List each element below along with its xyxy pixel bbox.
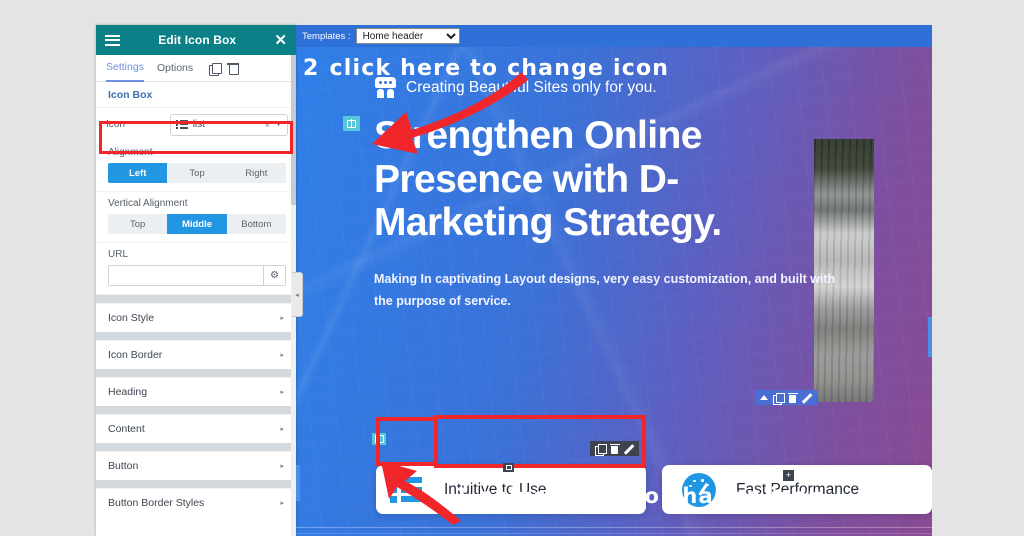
icon-field-label: Icon: [106, 119, 125, 130]
edit-icon-box-panel: Edit Icon Box ✕ Settings Options Icon Bo…: [96, 25, 296, 536]
url-field-wrap: ⚙: [108, 265, 286, 286]
tab-settings[interactable]: Settings: [106, 55, 144, 82]
trash-icon[interactable]: [609, 443, 620, 454]
duplicate-icon[interactable]: [209, 62, 223, 76]
move-icon: [505, 465, 512, 470]
row-handle-badge[interactable]: [372, 433, 386, 445]
hero-content: Creating Beautiful Sites only for you. S…: [296, 47, 932, 313]
pencil-icon[interactable]: [624, 444, 634, 454]
duplicate-icon[interactable]: [773, 392, 785, 405]
accordion-content[interactable]: Content ▸: [96, 414, 296, 443]
accordion-label: Content: [108, 423, 145, 435]
accordion-button-border-styles[interactable]: Button Border Styles ▸: [96, 488, 296, 517]
url-label: URL: [108, 249, 129, 260]
list-icon: [176, 119, 188, 130]
annotation-number: 1: [454, 484, 470, 508]
template-select[interactable]: Home header: [355, 28, 460, 44]
chevron-right-icon: ▸: [280, 500, 284, 507]
valign-option-middle[interactable]: Middle: [167, 214, 227, 234]
panel-tabs: Settings Options: [96, 55, 296, 82]
icon-select[interactable]: list × ▼: [170, 113, 288, 136]
tab-options[interactable]: Options: [157, 55, 193, 82]
accordion-icon-style[interactable]: Icon Style ▸: [96, 303, 296, 332]
accordion-label: Button Border Styles: [108, 497, 205, 509]
pencil-icon[interactable]: [802, 393, 812, 403]
url-input[interactable]: [109, 266, 263, 285]
hero-eyebrow-text: Creating Beautiful Sites only for you.: [406, 78, 657, 96]
alignment-option-top[interactable]: Top: [167, 163, 226, 183]
right-edge-handle[interactable]: [928, 317, 932, 357]
columns-icon: [374, 434, 384, 443]
annotation-text: select here to change icon: [479, 484, 825, 508]
section-divider: [96, 295, 296, 303]
panel-header: Edit Icon Box ✕: [96, 25, 296, 55]
vertical-alignment-section: Vertical Alignment Top Middle Bottom: [96, 192, 296, 243]
drag-handle[interactable]: [503, 463, 514, 472]
accordion-label: Heading: [108, 386, 148, 398]
accordion-label: Button: [108, 460, 139, 472]
section-divider: [96, 332, 296, 340]
annotation-number: 2: [303, 56, 320, 81]
delete-icon[interactable]: [227, 62, 240, 75]
annotation-step-2: 2 click here to change icon: [303, 56, 669, 81]
clear-icon[interactable]: ×: [265, 120, 270, 130]
hero-subtext: Making In captivating Layout designs, ve…: [374, 272, 836, 308]
accordion-icon-border[interactable]: Icon Border ▸: [96, 340, 296, 369]
chevron-right-icon: ▸: [280, 352, 284, 359]
hero-element-toolbar[interactable]: [755, 390, 817, 405]
icon-box-element-toolbar[interactable]: [590, 441, 639, 456]
templates-label: Templates :: [302, 30, 351, 42]
divider-line-secondary: [296, 533, 932, 534]
alignment-segmented-control[interactable]: Left Top Right: [108, 163, 286, 183]
gear-icon[interactable]: ⚙: [263, 266, 285, 285]
alignment-option-right[interactable]: Right: [227, 163, 286, 183]
section-divider: [96, 406, 296, 414]
divider-line: [296, 527, 932, 528]
url-section: URL ⚙: [96, 243, 296, 295]
chevron-right-icon: ▸: [280, 426, 284, 433]
panel-title: Edit Icon Box: [158, 33, 237, 47]
section-divider: [96, 443, 296, 451]
valign-option-top[interactable]: Top: [108, 214, 167, 234]
vertical-alignment-label: Vertical Alignment: [108, 198, 188, 209]
annotation-text: click here to change icon: [329, 56, 670, 81]
screenshot-root: Templates : Home header Creating Beautif…: [0, 0, 1024, 536]
close-icon[interactable]: ✕: [274, 33, 287, 48]
annotation-step-1: 1 select here to change icon: [454, 484, 824, 508]
panel-collapse-handle[interactable]: ◂: [292, 272, 303, 317]
left-edge-handle[interactable]: [296, 465, 300, 501]
caret-up-icon[interactable]: [760, 395, 768, 400]
accordion-label: Icon Border: [108, 349, 163, 361]
valign-option-bottom[interactable]: Bottom: [227, 214, 286, 234]
chevron-right-icon: ▸: [280, 389, 284, 396]
alignment-label: Alignment: [108, 147, 153, 158]
section-divider: [96, 369, 296, 377]
hamburger-icon[interactable]: [105, 34, 120, 46]
tab-actions: [209, 62, 240, 76]
alignment-option-left[interactable]: Left: [108, 163, 168, 183]
icon-field-row: Icon list × ▼: [96, 108, 296, 141]
alignment-section: Alignment Left Top Right: [96, 141, 296, 192]
hero-section: Creating Beautiful Sites only for you. S…: [296, 47, 932, 536]
accordion-button[interactable]: Button ▸: [96, 451, 296, 480]
add-section-button[interactable]: +: [783, 470, 794, 481]
chevron-down-icon[interactable]: ▼: [275, 121, 282, 128]
vertical-alignment-segmented-control[interactable]: Top Middle Bottom: [108, 214, 286, 234]
trash-icon[interactable]: [787, 392, 798, 403]
chevron-right-icon: ▸: [280, 463, 284, 470]
columns-icon: [347, 119, 356, 128]
editor-canvas: Templates : Home header Creating Beautif…: [296, 25, 932, 536]
chevron-right-icon: ▸: [280, 315, 284, 322]
list-icon[interactable]: [390, 475, 426, 505]
panel-group-title: Icon Box: [96, 82, 296, 108]
hero-heading: Strengthen Online Presence with D-Market…: [374, 114, 722, 245]
icon-select-value: list: [192, 119, 205, 130]
canvas-topbar: Templates : Home header: [296, 25, 932, 47]
section-handle-badge[interactable]: [343, 116, 360, 131]
duplicate-icon[interactable]: [595, 443, 607, 456]
accordion-heading[interactable]: Heading ▸: [96, 377, 296, 406]
accordion-label: Icon Style: [108, 312, 155, 324]
section-divider: [96, 480, 296, 488]
